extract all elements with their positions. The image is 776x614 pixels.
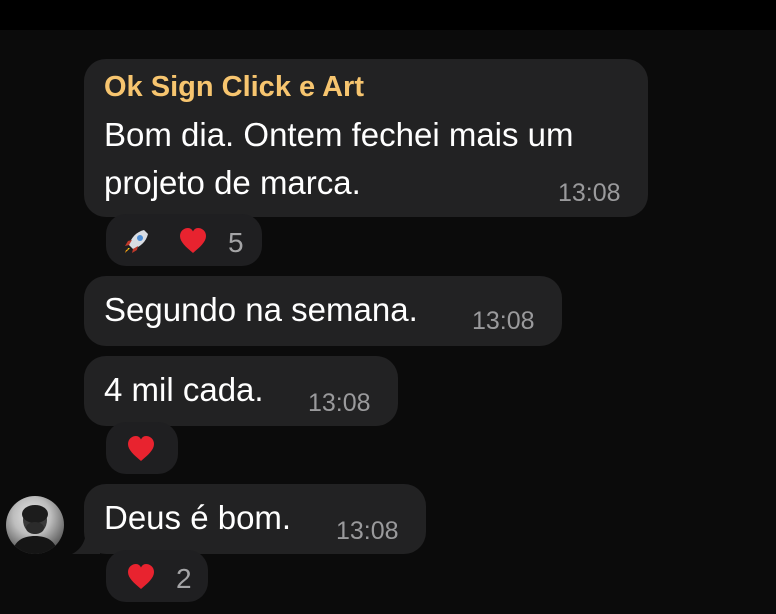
message-text-line: Deus é bom. bbox=[104, 499, 292, 536]
sender-name[interactable]: Ok Sign Click e Art bbox=[104, 71, 364, 104]
top-bar bbox=[0, 0, 776, 30]
heart-icon[interactable] bbox=[126, 434, 156, 464]
reaction-count: 5 bbox=[228, 227, 244, 258]
message-text-line: Segundo na semana. bbox=[104, 291, 418, 328]
message-text-line: Bom dia. Ontem fechei mais um bbox=[104, 116, 574, 153]
message-text-line: 4 mil cada. bbox=[104, 371, 264, 408]
message-timestamp: 13:08 bbox=[558, 179, 621, 207]
reactions-bar[interactable]: 2 bbox=[106, 550, 208, 602]
reactions-bar[interactable]: 5 bbox=[106, 214, 262, 266]
message-timestamp: 13:08 bbox=[308, 389, 371, 417]
message-bubble[interactable]: Ok Sign Click e Art Bom dia. Ontem feche… bbox=[84, 59, 648, 217]
heart-icon[interactable] bbox=[178, 226, 208, 256]
avatar-photo bbox=[12, 505, 58, 554]
bubble-tail bbox=[72, 530, 100, 554]
rocket-icon[interactable] bbox=[122, 226, 152, 256]
message-timestamp: 13:08 bbox=[336, 517, 399, 545]
message-bubble[interactable]: Deus é bom. 13:08 bbox=[84, 484, 426, 554]
heart-icon[interactable] bbox=[126, 562, 156, 592]
reactions-bar[interactable] bbox=[106, 422, 178, 474]
message-text-line: projeto de marca. bbox=[104, 164, 361, 201]
message-bubble[interactable]: Segundo na semana. 13:08 bbox=[84, 276, 562, 346]
reaction-count: 2 bbox=[176, 563, 192, 594]
sender-avatar[interactable] bbox=[6, 496, 64, 554]
message-timestamp: 13:08 bbox=[472, 307, 535, 335]
message-bubble[interactable]: 4 mil cada. 13:08 bbox=[84, 356, 398, 426]
